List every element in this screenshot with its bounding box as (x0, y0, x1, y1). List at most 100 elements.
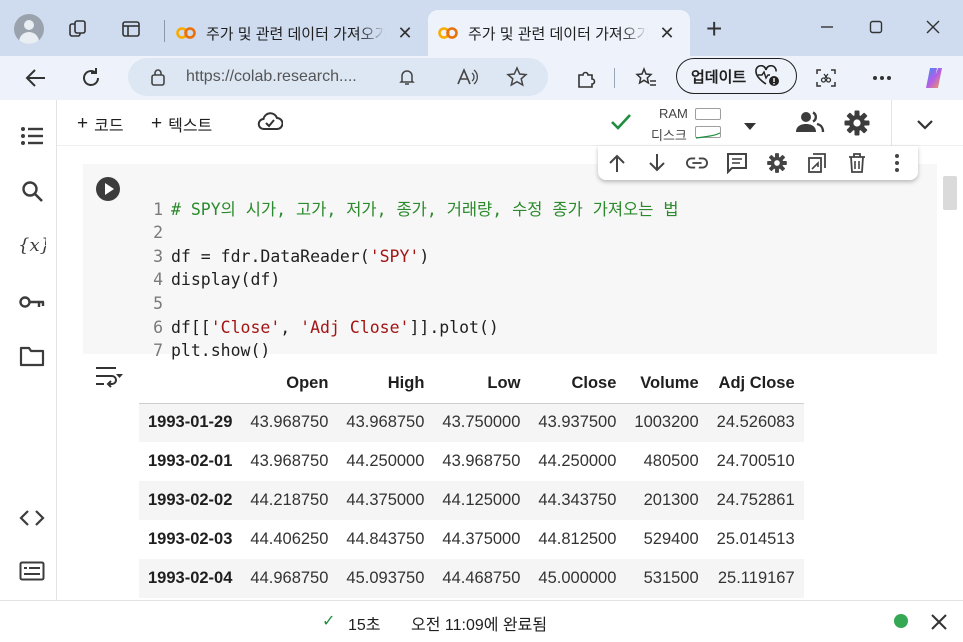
table-cell: 44.250000 (538, 452, 617, 470)
code-line: 1 # SPY의 시가, 고가, 저가, 종가, 거래량, 수정 종가 가져오는 … (153, 199, 679, 219)
move-cell-up-icon[interactable] (606, 152, 628, 174)
address-bar[interactable]: https://colab.research.... (128, 58, 548, 96)
table-cell: 44.218750 (250, 491, 329, 509)
tab-separator (164, 20, 165, 42)
settings-gear-icon[interactable] (843, 109, 871, 142)
search-icon[interactable] (18, 177, 46, 205)
tab-close-icon[interactable]: ✕ (396, 23, 414, 44)
table-cell: 529400 (643, 530, 699, 548)
share-people-icon[interactable] (795, 110, 825, 139)
connected-check-icon (609, 112, 633, 137)
site-info-lock-icon[interactable] (150, 68, 166, 91)
drive-save-cloud-icon[interactable] (257, 112, 284, 137)
extensions-puzzle-icon[interactable] (572, 64, 600, 92)
copy-link-icon[interactable] (686, 152, 708, 174)
code-snippets-icon[interactable] (18, 504, 46, 532)
add-code-cell-button[interactable]: + 코드 (77, 112, 124, 136)
ram-label: RAM (659, 106, 688, 121)
status-check-icon: ✓ (322, 613, 336, 630)
table-cell: 480500 (643, 452, 699, 470)
table-cell: 43.968750 (250, 452, 329, 470)
table-cell: 24.700510 (716, 452, 795, 470)
column-header: High (337, 364, 434, 404)
tab-title: 주가 및 관련 데이터 가져오기 (206, 25, 386, 43)
maximize-icon[interactable] (861, 12, 891, 42)
resource-monitor[interactable]: RAM 디스크 (647, 106, 787, 143)
table-header-row: Open High Low Close Volume Adj Close (139, 364, 804, 404)
copilot-icon[interactable] (920, 64, 948, 92)
tab-stock-data-1[interactable]: 주가 및 관련 데이터 가져오기 ✕ (166, 10, 426, 56)
heart-pulse-icon (755, 65, 780, 86)
cell-settings-gear-icon[interactable] (766, 152, 788, 174)
move-cell-down-icon[interactable] (646, 152, 668, 174)
secrets-key-icon[interactable] (18, 288, 46, 316)
table-row: 1993-02-04 44.968750 45.093750 44.468750 45.… (139, 559, 804, 598)
toolbar-separator (614, 68, 615, 88)
add-code-label: 코드 (94, 118, 124, 135)
table-cell: 24.752861 (716, 491, 795, 509)
table-cell: 44.125000 (442, 491, 521, 509)
resource-dropdown-icon[interactable] (743, 118, 757, 136)
plus-icon: + (151, 113, 163, 134)
table-cell: 44.968750 (250, 569, 329, 587)
row-index-date: 1993-02-03 (148, 530, 233, 548)
url-text: https://colab.research.... (186, 68, 357, 85)
vertical-tabs-icon[interactable] (121, 19, 141, 39)
read-aloud-icon[interactable] (456, 67, 478, 92)
code-line: 2 (153, 223, 163, 243)
completed-time: 오전 11:09에 완료됨 (411, 617, 548, 634)
table-cell: 25.014513 (716, 530, 795, 548)
table-row: 1993-02-02 44.218750 44.375000 44.125000 44.… (139, 481, 804, 520)
scrollbar-thumb[interactable] (943, 176, 957, 210)
screenshot-capture-icon[interactable] (812, 64, 840, 92)
more-options-icon[interactable] (868, 64, 896, 92)
variables-icon[interactable]: {x} (18, 231, 46, 259)
browser-tab-strip: 주가 및 관련 데이터 가져오기 ✕ 주가 및 관련 데이터 가져오기 ✕ + (0, 0, 963, 56)
back-arrow-icon[interactable] (22, 64, 50, 92)
new-tab-button[interactable]: + (706, 14, 722, 44)
add-comment-icon[interactable] (726, 152, 748, 174)
command-palette-icon[interactable] (18, 557, 46, 585)
add-text-label: 텍스트 (168, 118, 213, 135)
output-actions-icon[interactable] (94, 365, 124, 389)
table-of-contents-icon[interactable] (18, 122, 46, 150)
add-text-cell-button[interactable]: + 텍스트 (151, 112, 212, 136)
favorite-star-icon[interactable] (506, 66, 528, 93)
colab-logo-icon (176, 27, 196, 39)
update-button-label: 업데이트 (691, 68, 747, 86)
code-line: 3 df = fdr.DataReader('SPY') (153, 246, 430, 266)
tab-stock-data-2[interactable]: 주가 및 관련 데이터 가져오기 ✕ (428, 10, 690, 56)
collapse-header-chevron-icon[interactable] (917, 117, 933, 135)
code-cell[interactable]: 1 # SPY의 시가, 고가, 저가, 종가, 거래량, 수정 종가 가져오는 … (83, 164, 937, 360)
tab-close-icon[interactable]: ✕ (658, 23, 676, 44)
window-close-icon[interactable] (918, 12, 948, 42)
table-cell: 44.812500 (538, 530, 617, 548)
profile-avatar[interactable] (14, 14, 44, 44)
notification-bell-icon[interactable] (398, 68, 416, 91)
colab-notebook-area: {x} + 코드 + 텍스트 RAM (0, 100, 963, 642)
dataframe-output-table: Open High Low Close Volume Adj Close 199… (139, 364, 804, 598)
table-row: 1993-02-01 43.968750 44.250000 43.968750 44.… (139, 442, 804, 481)
workspaces-icon[interactable] (68, 19, 88, 39)
notebook-scrollbar[interactable] (943, 164, 957, 564)
plus-icon: + (77, 113, 89, 134)
minimize-icon[interactable] (812, 12, 842, 42)
column-header: Close (529, 364, 626, 404)
table-cell: 43.968750 (442, 452, 521, 470)
row-index-date: 1993-02-04 (148, 569, 233, 587)
cell-toolbar (598, 146, 918, 180)
column-header: Low (433, 364, 530, 404)
run-cell-play-icon[interactable] (96, 177, 120, 201)
status-close-icon[interactable] (930, 613, 948, 636)
favorites-list-icon[interactable] (632, 64, 660, 92)
browser-update-button[interactable]: 업데이트 (676, 58, 797, 94)
execution-status-bar: ✓ 15초 오전 11:09에 완료됨 (0, 600, 963, 642)
colab-side-rail: {x} (6, 100, 56, 600)
files-folder-icon[interactable] (18, 342, 46, 370)
delete-cell-trash-icon[interactable] (846, 152, 868, 174)
mirror-cell-tab-icon[interactable] (806, 152, 828, 174)
browser-toolbar: https://colab.research.... 업데이트 (0, 56, 963, 100)
more-cell-actions-icon[interactable] (886, 152, 908, 174)
refresh-icon[interactable] (77, 64, 105, 92)
table-cell: 45.000000 (538, 569, 617, 587)
